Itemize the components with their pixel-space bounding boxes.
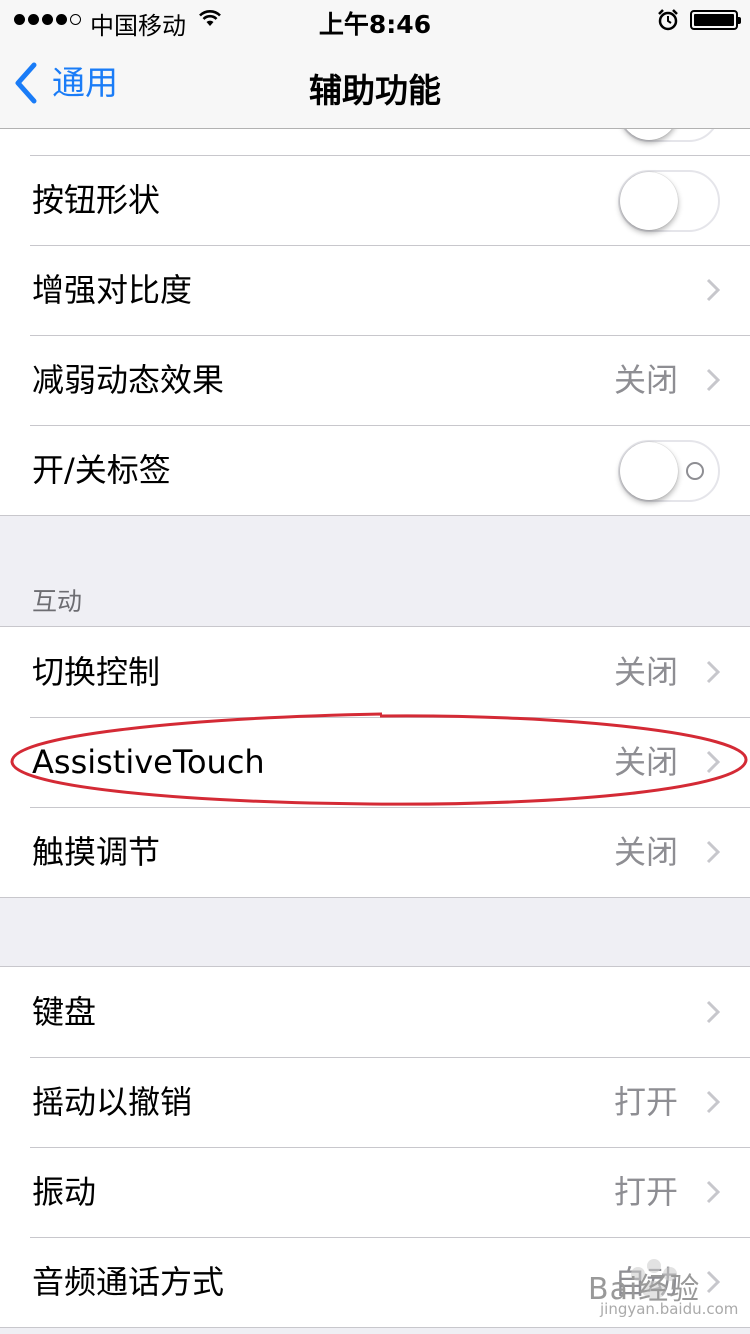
list-item-increase-contrast[interactable]: 增强对比度 [0,245,750,335]
row-value: 打开 [613,1173,678,1211]
list-item-on-off-labels[interactable]: 开/关标签 [0,425,750,515]
on-off-labels-toggle[interactable] [618,440,720,502]
row-title: 开/关标签 [32,451,171,489]
list-item-keyboard[interactable]: 键盘 [0,967,750,1057]
list-item-reduce-motion[interactable]: 减弱动态效果 关闭 [0,335,750,425]
row-title: 按钮形状 [32,181,161,219]
row-value: 打开 [613,1083,678,1121]
chevron-right-icon [706,750,720,774]
row-title: AssistiveTouch [32,743,265,781]
row-title: 切换控制 [32,653,161,691]
button-shapes-toggle[interactable] [618,170,720,232]
section-header-interaction: 互动 [32,587,83,616]
alarm-icon [658,9,678,31]
chevron-right-icon [706,368,720,392]
off-label-icon [686,462,704,480]
row-value: 关闭 [613,361,678,399]
row-title: 键盘 [32,993,97,1031]
row-value: 关闭 [613,653,678,691]
settings-group-interaction: 切换控制 关闭 AssistiveTouch 关闭 触摸调节 关闭 [0,626,750,898]
list-item-switch-control[interactable]: 切换控制 关闭 [0,627,750,717]
list-item-button-shapes[interactable]: 按钮形状 [0,155,750,245]
list-item-touch-accommodations[interactable]: 触摸调节 关闭 [0,807,750,897]
watermark-subtext: jingyan.baidu.com [600,1300,739,1318]
row-title: 音频通话方式 [32,1263,225,1301]
page-title: 辅助功能 [309,71,441,110]
chevron-right-icon [706,660,720,684]
row-title: 摇动以撤销 [32,1083,193,1121]
row-title: 触摸调节 [32,833,161,871]
battery-icon [690,10,741,30]
list-item-vibration[interactable]: 振动 打开 [0,1147,750,1237]
list-item-shake-to-undo[interactable]: 摇动以撤销 打开 [0,1057,750,1147]
row-title: 振动 [32,1173,97,1211]
list-item-assistivetouch[interactable]: AssistiveTouch 关闭 [0,717,750,807]
chevron-right-icon [706,1180,720,1204]
chevron-right-icon [706,1000,720,1024]
row-title: 减弱动态效果 [32,361,225,399]
row-title: 增强对比度 [32,271,193,309]
navigation-bar-overlay: 通用 辅助功能 [0,40,750,129]
chevron-right-icon [706,278,720,302]
status-bar: 中国移动 上午8:46 [0,0,750,40]
clock: 上午8:46 [318,10,432,39]
settings-group-display: 按钮形状 增强对比度 减弱动态效果 关闭 开/关标签 [0,64,750,516]
chevron-right-icon [706,840,720,864]
chevron-right-icon [706,1090,720,1114]
row-value: 关闭 [613,833,678,871]
row-value: 关闭 [613,743,678,781]
